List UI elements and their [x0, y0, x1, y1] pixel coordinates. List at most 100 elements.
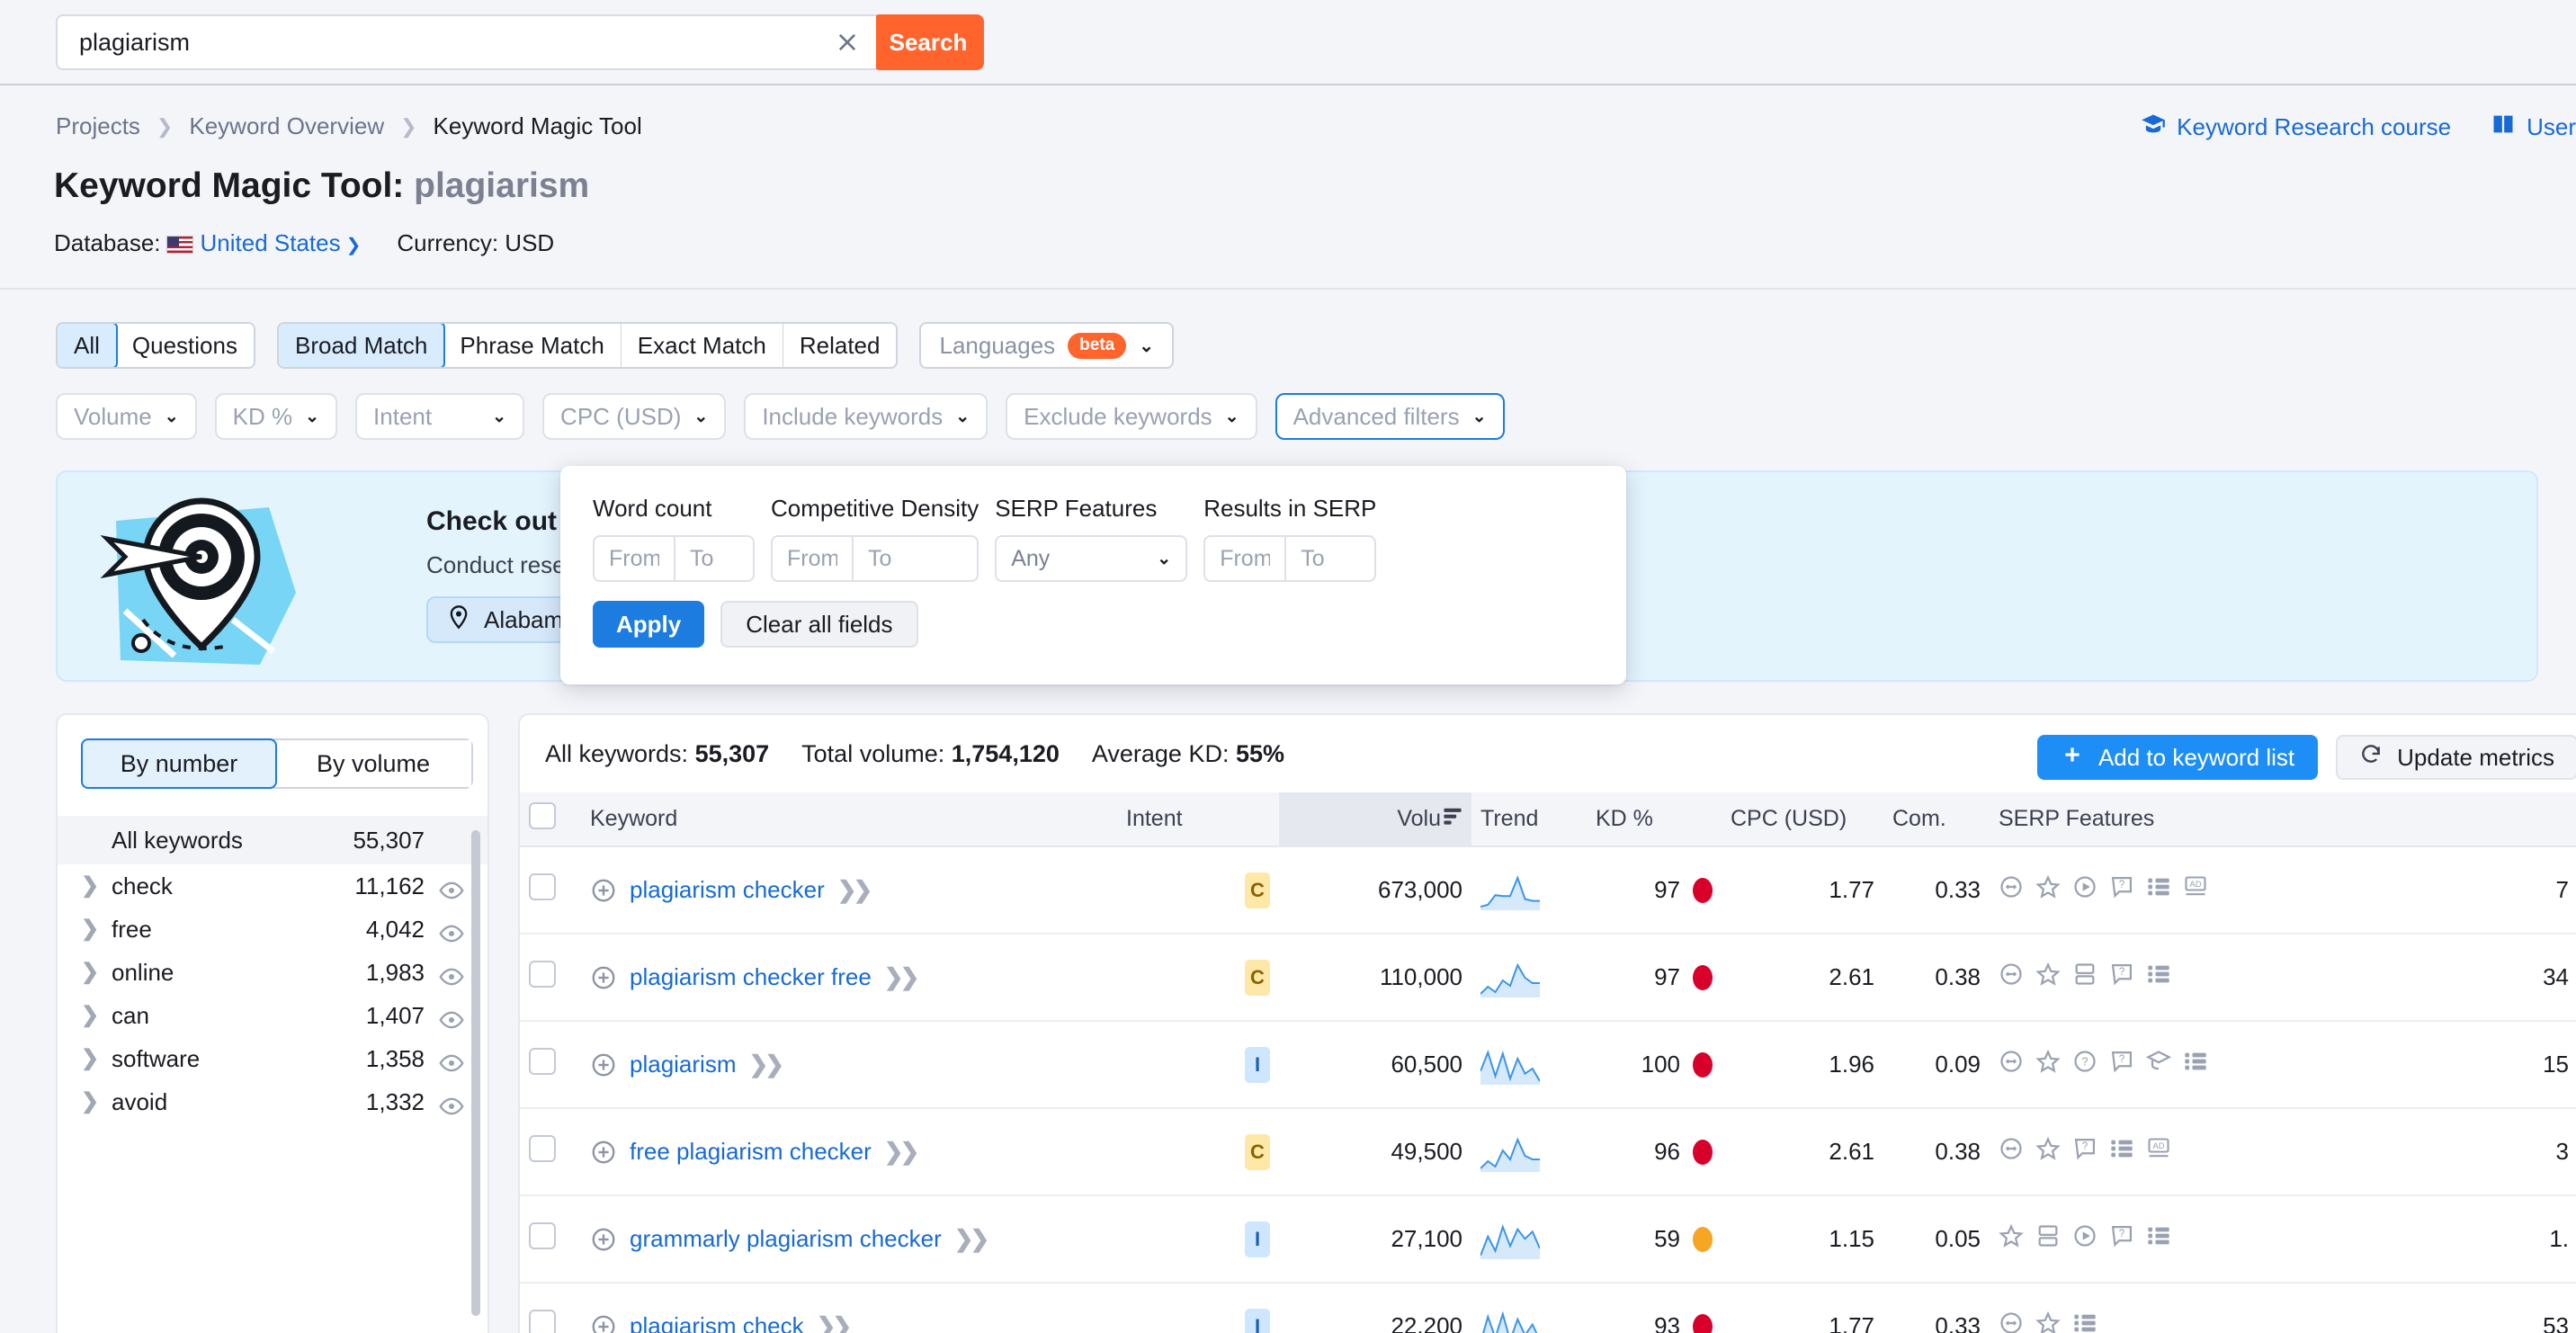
row-checkbox[interactable]	[529, 873, 556, 900]
eye-icon[interactable]	[439, 1003, 464, 1029]
filter-include-keywords[interactable]: Include keywords ⌄	[744, 393, 988, 440]
expand-keyword-icon[interactable]: ❯❯	[817, 1312, 853, 1333]
eye-icon[interactable]	[439, 1089, 464, 1115]
intent-badge[interactable]: C	[1245, 959, 1270, 996]
expand-keyword-icon[interactable]: ❯❯	[954, 1225, 990, 1253]
eye-icon[interactable]	[439, 960, 464, 986]
star-icon[interactable]	[1999, 1223, 2024, 1255]
question-bubble-icon[interactable]: ?	[2109, 962, 2134, 993]
row-checkbox[interactable]	[529, 1310, 556, 1333]
row-checkbox[interactable]	[529, 961, 556, 988]
ad-icon[interactable]: AD	[2183, 874, 2208, 906]
chevron-right-icon[interactable]: ❯	[81, 908, 112, 951]
filter-advanced-filters[interactable]: Advanced filters ⌄	[1275, 393, 1505, 440]
user-manual-link[interactable]: User	[2491, 112, 2576, 143]
intent-badge[interactable]: I	[1245, 1046, 1270, 1083]
table-row[interactable]: grammarly plagiarism checker ❯❯ I 27,100 59 1…	[520, 1195, 2576, 1284]
expand-keyword-icon[interactable]: ❯❯	[884, 1138, 920, 1166]
column-header-cpc[interactable]: CPC (USD)	[1722, 792, 1883, 847]
list-icon[interactable]	[2109, 1136, 2134, 1167]
question-bubble-icon[interactable]: ?	[2109, 874, 2134, 906]
question-bubble-icon[interactable]: ?	[2109, 1049, 2134, 1080]
word-count-to-input[interactable]	[675, 537, 753, 580]
group-row[interactable]: ❯ software 1,358	[58, 1037, 487, 1080]
box-icon[interactable]	[2072, 962, 2097, 993]
database-value[interactable]: United States	[201, 229, 341, 256]
link-icon[interactable]	[1999, 1049, 2024, 1080]
tab-related[interactable]: Related	[783, 324, 897, 367]
column-header-kd[interactable]: KD %	[1587, 792, 1722, 847]
filter-kd[interactable]: KD % ⌄	[214, 393, 338, 440]
table-row[interactable]: plagiarism checker ❯❯ C 673,000 97 1.77 0.33? A…	[520, 846, 2576, 935]
tab-broad-match[interactable]: Broad Match	[278, 324, 446, 367]
row-checkbox[interactable]	[529, 1222, 556, 1249]
add-keyword-icon[interactable]	[590, 1051, 617, 1078]
intent-badge[interactable]: C	[1245, 1133, 1270, 1170]
chevron-right-icon[interactable]: ❯	[81, 1080, 112, 1123]
video-icon[interactable]	[2072, 1223, 2097, 1255]
add-to-keyword-list-button[interactable]: Add to keyword list	[2036, 735, 2319, 780]
search-button[interactable]: Search	[872, 14, 984, 70]
column-header-volume[interactable]: Volu	[1279, 792, 1471, 847]
list-icon[interactable]	[2072, 1311, 2097, 1333]
filter-intent[interactable]: Intent ⌄	[355, 393, 525, 440]
keyword-link[interactable]: plagiarism checker free	[630, 963, 872, 991]
group-row[interactable]: ❯ online 1,983	[58, 951, 487, 994]
database-selector[interactable]: Database: United States ❯	[54, 229, 361, 257]
star-icon[interactable]	[2035, 1311, 2061, 1333]
chevron-right-icon[interactable]: ❯	[81, 994, 112, 1037]
tab-questions[interactable]: Questions	[115, 324, 254, 367]
add-keyword-icon[interactable]	[590, 877, 617, 904]
column-header-com[interactable]: Com.	[1883, 792, 1990, 847]
group-row-all-keywords[interactable]: All keywords 55,307	[58, 816, 487, 864]
list-icon[interactable]	[2146, 1223, 2171, 1255]
eye-icon[interactable]	[439, 1046, 464, 1072]
word-count-from-input[interactable]	[595, 537, 674, 580]
row-checkbox[interactable]	[529, 1048, 556, 1075]
filter-volume[interactable]: Volume ⌄	[56, 393, 197, 440]
star-icon[interactable]	[2035, 1049, 2061, 1080]
table-row[interactable]: free plagiarism checker ❯❯ C 49,500 96 2.61 0.…	[520, 1108, 2576, 1196]
add-keyword-icon[interactable]	[590, 1313, 617, 1333]
group-row[interactable]: ❯ can 1,407	[58, 994, 487, 1037]
table-row[interactable]: plagiarism checker free ❯❯ C 110,000 97 2.61 0…	[520, 934, 2576, 1022]
group-row[interactable]: ❯ avoid 1,332	[58, 1080, 487, 1123]
box-icon[interactable]	[2035, 1223, 2061, 1255]
keyword-research-course-link[interactable]: Keyword Research course	[2141, 112, 2451, 143]
table-row[interactable]: plagiarism ❯❯ I 60,500 100 1.96 0.09?? 15	[520, 1021, 2576, 1109]
expand-keyword-icon[interactable]: ❯❯	[837, 876, 873, 904]
filter-exclude-keywords[interactable]: Exclude keywords ⌄	[1006, 393, 1257, 440]
expand-keyword-icon[interactable]: ❯❯	[884, 963, 920, 991]
search-input[interactable]	[77, 24, 815, 60]
chevron-right-icon[interactable]: ❯	[81, 1037, 112, 1080]
intent-badge[interactable]: I	[1245, 1308, 1270, 1333]
breadcrumb-item-keyword-overview[interactable]: Keyword Overview	[189, 112, 384, 140]
chevron-right-icon[interactable]: ❯	[81, 864, 112, 908]
keyword-link[interactable]: grammarly plagiarism checker	[630, 1225, 942, 1253]
column-header-keyword[interactable]: Keyword	[581, 792, 1117, 847]
list-icon[interactable]	[2146, 874, 2171, 906]
languages-dropdown[interactable]: Languages beta ⌄	[919, 322, 1175, 369]
link-icon[interactable]	[1999, 1136, 2024, 1167]
question-bubble-icon[interactable]: ?	[2109, 1223, 2134, 1255]
results-in-serp-from-input[interactable]	[1205, 537, 1285, 580]
ad-icon[interactable]: AD	[2146, 1136, 2171, 1167]
column-header-intent[interactable]: Intent	[1117, 792, 1279, 847]
intent-badge[interactable]: I	[1245, 1221, 1270, 1257]
column-header-serp-features[interactable]: SERP Features	[1990, 792, 2394, 847]
row-checkbox[interactable]	[529, 1135, 556, 1162]
column-header-trend[interactable]: Trend	[1471, 792, 1587, 847]
toggle-by-number[interactable]: By number	[81, 738, 277, 789]
star-icon[interactable]	[2035, 874, 2061, 906]
link-icon[interactable]	[1999, 874, 2024, 906]
keyword-link[interactable]: plagiarism	[630, 1051, 737, 1078]
help-icon[interactable]: ?	[2072, 1049, 2097, 1080]
column-header-results[interactable]	[2394, 792, 2576, 847]
add-keyword-icon[interactable]	[590, 964, 617, 991]
video-icon[interactable]	[2072, 874, 2097, 906]
breadcrumb-item-keyword-magic-tool[interactable]: Keyword Magic Tool	[434, 112, 642, 140]
select-all-checkbox[interactable]	[529, 802, 556, 829]
list-icon[interactable]	[2183, 1049, 2208, 1080]
tab-all[interactable]: All	[57, 324, 118, 367]
chevron-right-icon[interactable]: ❯	[81, 951, 112, 994]
